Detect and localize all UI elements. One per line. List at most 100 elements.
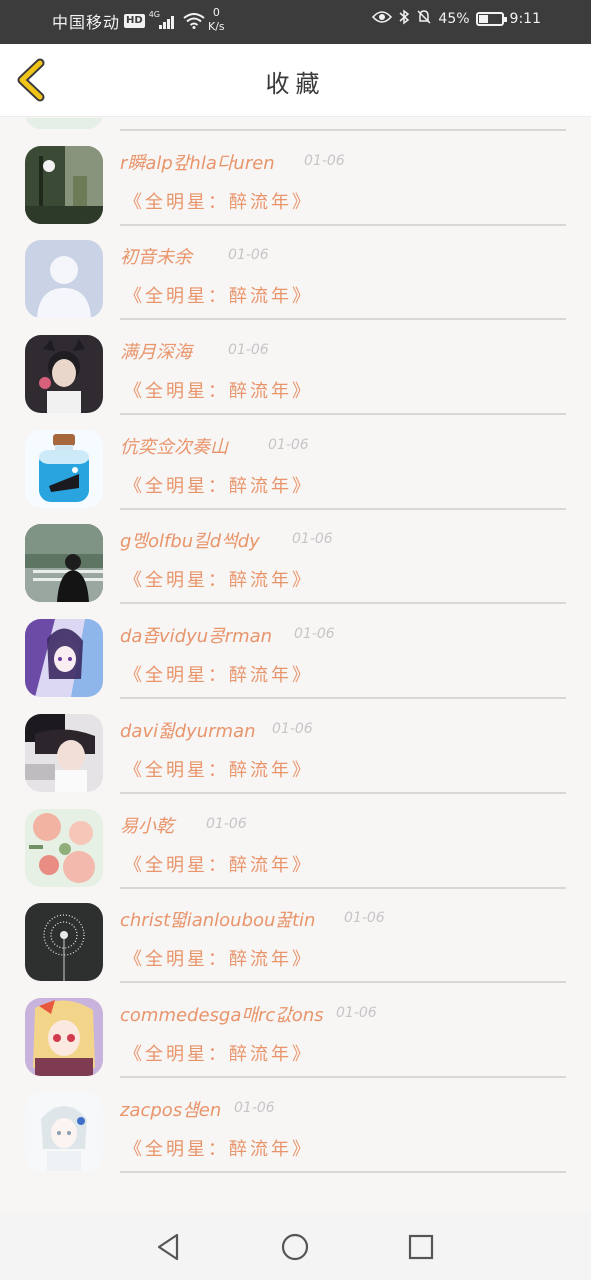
nav-home-button[interactable] [279,1231,311,1263]
book-title[interactable]: 《全明星：醉流年》 [124,118,313,119]
avatar[interactable] [25,524,103,603]
item-date: 01-06 [292,531,333,548]
list-item[interactable]: christ뗣ianloubou꿆tin 01-06 《全明星：醉流年》 [0,892,591,987]
user-name: 伉奕佥次奏山 [120,436,228,458]
hd-badge: HD [124,14,145,28]
divider [120,129,566,131]
list-item[interactable]: 《全明星：醉流年》 [0,118,591,135]
book-title[interactable]: 《全明星：醉流年》 [124,851,313,877]
item-date: 01-06 [234,1099,275,1116]
header: 收藏 [0,44,591,117]
book-title[interactable]: 《全明星：醉流年》 [124,377,313,403]
avatar[interactable] [25,903,103,982]
list-item[interactable]: da죱vidyu콩rman 01-06 《全明星：醉流年》 [0,608,591,703]
list-item[interactable]: g멩olfbu킬d썩dy 01-06 《全明星：醉流年》 [0,513,591,608]
avatar[interactable] [25,713,103,792]
list-item[interactable]: 易小乾 01-06 《全明星：醉流年》 [0,798,591,893]
user-name: christ뗣ianloubou꿆tin [120,910,316,932]
user-name: r瞬alp캎hla다uren [120,152,275,174]
divider [120,1075,566,1078]
book-title[interactable]: 《全明星：醉流年》 [124,756,313,782]
network-speed: 0 K/s [208,6,225,34]
item-date: 01-06 [336,1004,377,1021]
divider [120,981,566,984]
network-type: 4G [148,10,160,19]
avatar[interactable] [25,997,103,1076]
divider [120,507,566,510]
user-name: da죱vidyu콩rman [120,626,273,648]
avatar-image [25,240,103,319]
avatar-image [25,118,103,129]
battery-percent: 45% [438,11,470,27]
item-date: 01-06 [268,436,309,453]
item-date: 01-06 [206,815,247,832]
speed-unit: K/s [208,20,225,33]
item-date: 01-06 [228,342,269,359]
avatar-image [25,335,103,414]
page-title: 收藏 [265,70,326,98]
divider [120,697,566,700]
system-nav-bar [0,1213,591,1280]
square-recent-icon [408,1234,434,1260]
user-name: commedesga매rc값ons [120,1004,324,1026]
eye-icon [372,10,393,28]
avatar-image [25,524,103,603]
user-name: davi줣dyurman [120,720,256,742]
divider [120,602,566,605]
circle-home-icon [281,1233,309,1261]
divider [120,791,566,794]
avatar[interactable] [25,335,103,414]
divider [120,413,566,416]
avatar[interactable] [25,145,103,224]
user-name: g멩olfbu킬d썩dy [120,531,260,553]
avatar-image [25,619,103,698]
avatar-image [25,713,103,792]
avatar-image [25,429,103,508]
avatar[interactable] [25,1092,103,1171]
book-title[interactable]: 《全明星：醉流年》 [124,566,313,592]
list-item[interactable]: 伉奕佥次奏山 01-06 《全明星：醉流年》 [0,419,591,514]
avatar[interactable] [25,619,103,698]
divider [120,223,566,226]
status-bar: 中国移动 HD 4G 0 K/s 45% 9:11 [0,0,591,44]
list-item[interactable]: davi줣dyurman 01-06 《全明星：醉流年》 [0,703,591,798]
list-item[interactable]: r瞬alp캎hla다uren 01-06 《全明星：醉流年》 [0,135,591,230]
list-item[interactable]: 满月深海 01-06 《全明星：醉流年》 [0,324,591,419]
avatar[interactable] [25,429,103,508]
book-title[interactable]: 《全明星：醉流年》 [124,661,313,687]
book-title[interactable]: 《全明星：醉流年》 [124,282,313,308]
item-date: 01-06 [228,247,269,264]
item-date: 01-06 [294,626,335,643]
avatar[interactable] [25,240,103,319]
favorites-list[interactable]: 《全明星：醉流年》r瞬alp캎hla다uren01-06《全明星：醉流年》初音未… [0,118,591,1213]
book-title[interactable]: 《全明星：醉流年》 [124,188,313,214]
carrier-label: 中国移动 [52,13,121,32]
user-name: zacpos섐en [120,1099,222,1121]
list-item[interactable]: 初音未余 01-06 《全明星：醉流年》 [0,229,591,324]
avatar[interactable] [25,118,103,129]
user-name: 初音未余 [120,247,192,269]
user-name: 满月深海 [120,342,192,364]
bell-muted-icon [416,9,432,29]
divider [120,886,566,889]
item-date: 01-06 [344,910,385,927]
book-title[interactable]: 《全明星：醉流年》 [124,1040,313,1066]
nav-recent-button[interactable] [405,1231,437,1263]
book-title[interactable]: 《全明星：醉流年》 [124,1135,313,1161]
book-title[interactable]: 《全明星：醉流年》 [124,472,313,498]
divider [120,318,566,321]
list-item[interactable]: commedesga매rc값ons 01-06 《全明星：醉流年》 [0,987,591,1082]
book-title[interactable]: 《全明星：醉流年》 [124,945,313,971]
signal-icon: 4G [148,10,175,29]
avatar-image [25,997,103,1076]
list-item[interactable]: zacpos섐en 01-06 《全明星：醉流年》 [0,1082,591,1177]
user-name: 易小乾 [120,815,174,837]
wifi-icon [183,13,205,29]
avatar-image [25,808,103,887]
bluetooth-icon [398,9,410,29]
avatar[interactable] [25,808,103,887]
item-date: 01-06 [304,152,345,169]
nav-back-button[interactable] [153,1231,185,1263]
clock: 9:11 [509,11,541,27]
avatar-image [25,1092,103,1171]
